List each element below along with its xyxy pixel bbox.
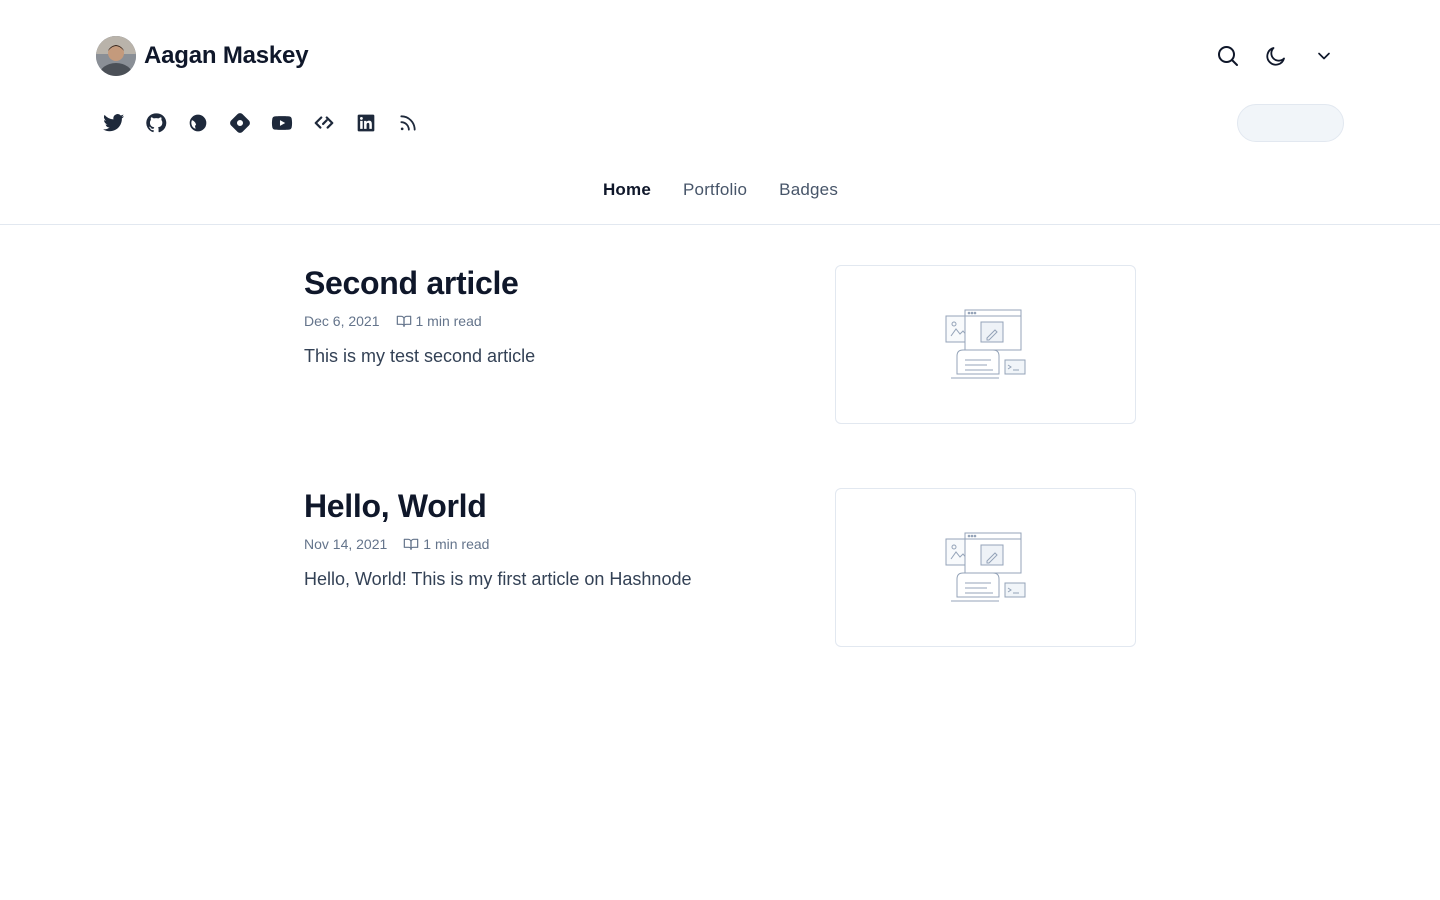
search-button[interactable] [1204,32,1252,80]
article-brief: This is my test second article [304,346,536,366]
author-name: Aagan Maskey [144,42,309,69]
article-title[interactable]: Second article [304,265,519,302]
website-link[interactable] [177,102,219,144]
github-icon [146,113,167,133]
article-title[interactable]: Hello, World [304,488,487,525]
moon-icon [1266,47,1285,66]
blog-brand-link[interactable]: Aagan Maskey [96,36,309,76]
youtube-link[interactable] [261,102,303,144]
placeholder-illustration-icon [945,532,1025,601]
youtube-icon [271,116,293,130]
social-links [93,102,429,144]
rss-link[interactable] [387,102,429,144]
menu-dropdown-button[interactable] [1300,32,1348,80]
author-avatar [96,36,136,76]
theme-toggle-button[interactable] [1252,32,1300,80]
book-open-icon [403,536,419,552]
github-link[interactable] [135,102,177,144]
globe-icon [189,114,207,132]
hashnode-link[interactable] [219,102,261,144]
dailydev-icon [314,116,334,129]
article-meta: Dec 6, 2021 1 min read [304,313,482,329]
book-open-icon [396,313,412,329]
article-cover-placeholder[interactable] [835,488,1136,647]
article-card: Hello, World Nov 14, 2021 1 min read Hel… [304,488,1136,647]
header-actions [1204,32,1348,80]
loading-placeholder-button[interactable] [1237,104,1344,142]
article-read-time: 1 min read [415,313,482,329]
article-meta: Nov 14, 2021 1 min read [304,536,489,552]
chevron-down-icon [1318,52,1330,60]
hashnode-icon [230,113,250,133]
twitter-link[interactable] [93,102,135,144]
linkedin-link[interactable] [345,102,387,144]
article-date: Nov 14, 2021 [304,536,388,552]
linkedin-icon [357,114,375,132]
nav-item-home[interactable]: Home [603,180,651,200]
nav-item-portfolio[interactable]: Portfolio [683,180,747,200]
article-card: Second article Dec 6, 2021 1 min read Th… [304,265,1136,424]
article-cover-placeholder[interactable] [835,265,1136,424]
nav-item-badges[interactable]: Badges [779,180,838,200]
main-nav: Home Portfolio Badges [0,180,1440,200]
search-icon [1218,46,1238,66]
twitter-icon [103,114,125,132]
article-brief: Hello, World! This is my first article o… [304,569,692,589]
rss-icon [400,115,416,131]
dailydev-link[interactable] [303,102,345,144]
article-date: Dec 6, 2021 [304,313,380,329]
article-read-time: 1 min read [423,536,490,552]
placeholder-illustration-icon [945,309,1025,378]
blog-header: Aagan Maskey Home Portfolio Badges [0,0,1440,225]
